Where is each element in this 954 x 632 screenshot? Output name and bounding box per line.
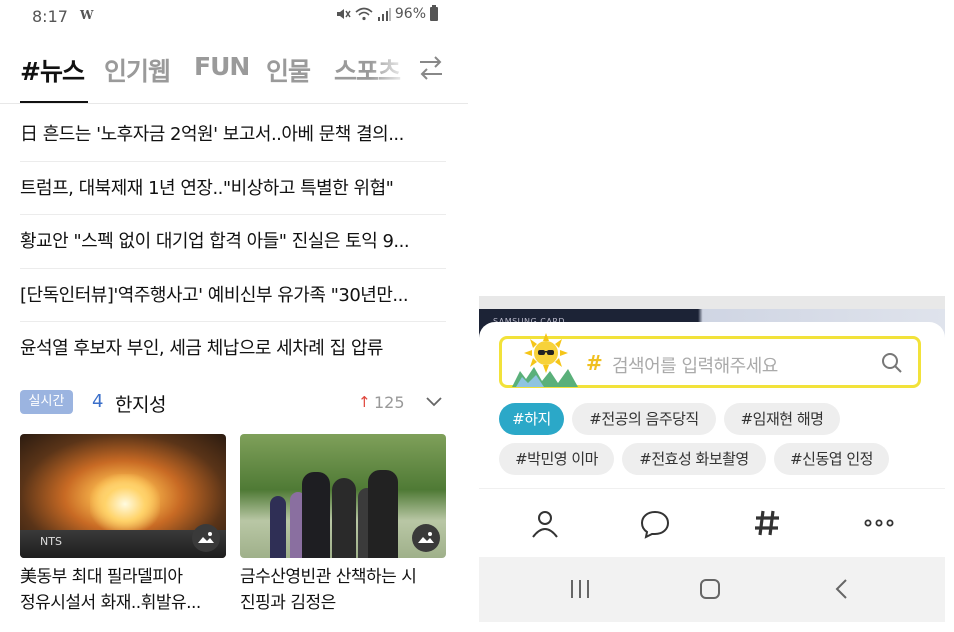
recent-apps-icon[interactable] <box>569 577 591 601</box>
realtime-badge: 실시간 <box>20 390 73 414</box>
search-icon[interactable] <box>880 351 904 375</box>
card-caption-line: 美동부 최대 필라델피아 <box>20 567 183 587</box>
bottom-nav <box>479 488 945 557</box>
photo-news-card[interactable]: NTS 美동부 최대 필라델피아 정유시설서 화재..휘발유... <box>20 434 226 616</box>
person-icon[interactable] <box>529 507 561 539</box>
person-shape <box>302 472 330 558</box>
tab-fade <box>370 44 410 100</box>
news-headline[interactable]: 日 흔드는 '노후자금 2억원' 보고서..아베 문책 결의... <box>20 108 446 162</box>
wifi-icon <box>355 7 373 21</box>
photo-icon <box>192 524 220 552</box>
swap-icon[interactable] <box>416 52 446 84</box>
tab-news[interactable]: #뉴스 <box>20 52 85 88</box>
status-icons: 96% <box>335 5 438 22</box>
tag-chip[interactable]: #임재현 해명 <box>724 403 840 435</box>
card-caption-line: 정유시설서 화재..휘발유... <box>20 593 201 613</box>
news-list: 日 흔드는 '노후자금 2억원' 보고서..아베 문책 결의... 트럼프, 대… <box>20 108 446 376</box>
realtime-keyword[interactable]: 한지성 <box>115 390 166 417</box>
divider <box>0 103 468 104</box>
tag-chip[interactable]: #신동엽 인정 <box>774 443 889 475</box>
system-nav-bar <box>479 557 945 622</box>
hash-icon[interactable] <box>751 507 783 539</box>
chat-icon[interactable] <box>639 507 671 539</box>
news-headline[interactable]: [단독인터뷰]'역주행사고' 예비신부 유가족 "30년만... <box>20 269 446 322</box>
news-thumbnail[interactable]: NTS <box>20 434 226 558</box>
person-shape <box>270 496 286 558</box>
news-headline[interactable]: 트럼프, 대북제재 1년 연장.."비상하고 특별한 위협" <box>20 162 446 215</box>
tag-chip[interactable]: #전공의 음주당직 <box>572 403 716 435</box>
rank-up-arrow-icon: ↑ <box>358 393 371 411</box>
search-hash-icon: # <box>586 351 603 375</box>
search-input[interactable]: # 검색어를 입력해주세요 <box>499 333 921 388</box>
status-bar: 8:17 W 96% <box>0 0 468 32</box>
fire-glow <box>90 474 160 534</box>
news-thumbnail[interactable] <box>240 434 446 558</box>
card-caption[interactable]: 美동부 최대 필라델피아 정유시설서 화재..휘발유... <box>20 564 226 616</box>
back-icon[interactable] <box>831 577 853 601</box>
battery-icon <box>430 5 438 21</box>
news-headline[interactable]: 윤석열 후보자 부인, 세금 체납으로 세차례 집 압류 <box>20 322 446 376</box>
mute-icon <box>336 9 351 19</box>
sun-mascot-icon <box>512 333 578 387</box>
realtime-keyword-row[interactable]: 실시간 4 한지성 ↑ 125 <box>20 388 446 418</box>
photo-icon <box>412 524 440 552</box>
app-logo: W <box>80 8 94 22</box>
news-headline[interactable]: 황교안 "스펙 없이 대기업 합격 아들" 진실은 토익 9... <box>20 215 446 269</box>
category-tabs: #뉴스 인기웹 FUN 인물 스포츠 <box>0 44 468 104</box>
battery-percent: 96% <box>394 6 426 22</box>
tab-people[interactable]: 인물 <box>266 52 311 88</box>
search-placeholder: 검색어를 입력해주세요 <box>612 356 778 377</box>
person-shape <box>368 470 398 558</box>
realtime-count: 125 <box>374 393 405 412</box>
signal-icon <box>377 8 391 21</box>
news-app-panel: 8:17 W 96% #뉴스 인기웹 FUN 인물 스포츠 日 흔드는 '노후자… <box>0 0 468 632</box>
person-shape <box>332 478 356 558</box>
tab-popular-web[interactable]: 인기웹 <box>104 52 171 88</box>
home-icon[interactable] <box>699 577 721 601</box>
more-icon[interactable] <box>863 507 895 539</box>
tag-chip[interactable]: #하지 <box>499 403 564 435</box>
tag-chip[interactable]: #전효성 화보촬영 <box>622 443 766 475</box>
tab-fun[interactable]: FUN <box>194 52 250 81</box>
card-caption[interactable]: 금수산영빈관 산책하는 시 진핑과 김정은 <box>240 564 446 616</box>
image-watermark: NTS <box>40 535 62 548</box>
card-caption-line: 금수산영빈관 산책하는 시 <box>240 567 417 587</box>
photo-news-card[interactable]: 금수산영빈관 산책하는 시 진핑과 김정은 <box>240 434 446 616</box>
chevron-down-icon[interactable] <box>425 394 443 408</box>
card-caption-line: 진핑과 김정은 <box>240 593 336 613</box>
realtime-rank: 4 <box>92 391 104 412</box>
status-time: 8:17 <box>32 7 68 26</box>
tag-chip[interactable]: #박민영 이마 <box>499 443 614 475</box>
